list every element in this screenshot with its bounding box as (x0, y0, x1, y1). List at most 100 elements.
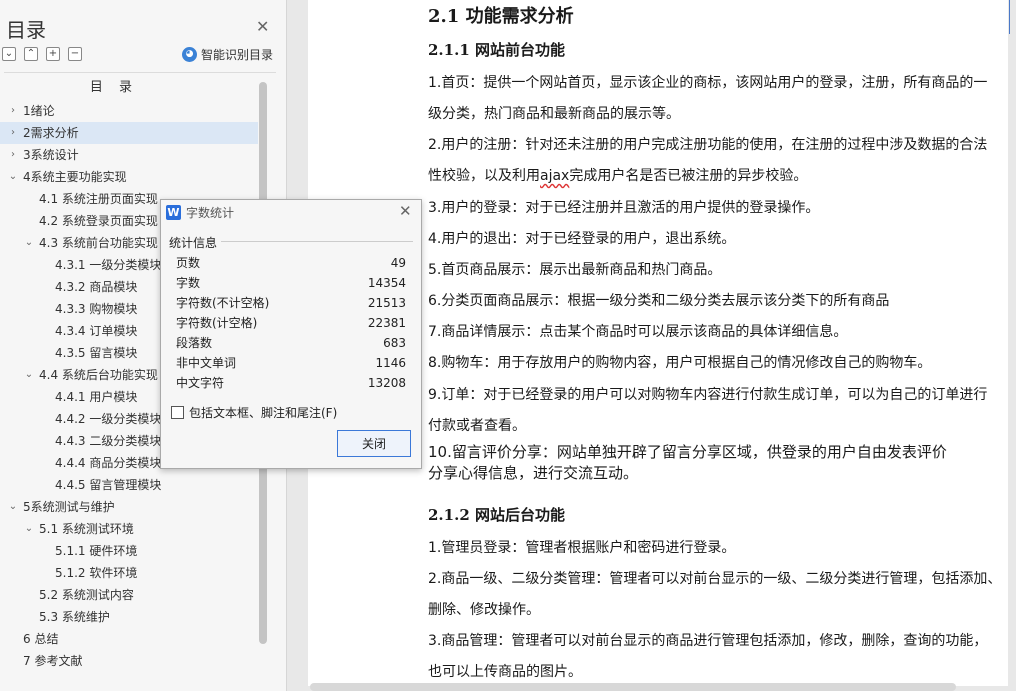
stat-value: 22381 (367, 316, 406, 330)
close-icon[interactable]: ✕ (399, 202, 412, 220)
toc-item-label: 1绪论 (23, 104, 55, 118)
collapse-all-icon[interactable]: − (68, 47, 82, 61)
toc-item-label: 5.1.2 软件环境 (55, 566, 138, 580)
close-button[interactable]: 关闭 (337, 430, 411, 457)
chevron-right-icon[interactable]: › (8, 100, 18, 122)
chevron-down-icon[interactable]: ⌄ (2, 47, 16, 61)
chevron-down-icon[interactable]: ⌄ (24, 364, 34, 386)
paragraph: 付款或者查看。 (428, 418, 526, 434)
horizontal-scrollbar[interactable] (310, 683, 956, 691)
stat-label: 字符数(计空格) (176, 316, 258, 330)
toc-item[interactable]: › 2需求分析 (0, 122, 258, 144)
toc-item-label: 4.2 系统登录页面实现 (39, 214, 158, 228)
toc-item[interactable]: › 3系统设计 (0, 144, 258, 166)
paragraph: 级分类，热门商品和最新商品的展示等。 (428, 106, 680, 122)
dialog-title: 字数统计 (186, 206, 235, 220)
toc-item[interactable]: 6 总结 (0, 628, 258, 650)
toc-item-label: 4.4.1 用户模块 (55, 390, 138, 404)
stat-row: 中文字符 13208 (176, 373, 406, 393)
paragraph: 1.首页：提供一个网站首页，显示该企业的商标，该网站用户的登录，注册，所有商品的… (428, 75, 988, 91)
toc-item[interactable]: 5.1.1 硬件环境 (0, 540, 258, 562)
include-textboxes-checkbox[interactable]: 包括文本框、脚注和尾注(F) (171, 404, 337, 421)
stat-value: 683 (383, 336, 406, 350)
toc-item[interactable]: 5.2 系统测试内容 (0, 584, 258, 606)
paragraph: 1.管理员登录：管理者根据账户和密码进行登录。 (428, 540, 736, 556)
toc-item-label: 4.3.2 商品模块 (55, 280, 138, 294)
paragraph-text: 完成用户名是否已被注册的异步校验。 (569, 168, 808, 184)
toc-toolbar: ⌄ ⌃ + − (2, 47, 82, 61)
divider (221, 241, 413, 242)
toc-item-label: 5.2 系统测试内容 (39, 588, 134, 602)
expand-all-icon[interactable]: + (46, 47, 60, 61)
paragraph: 3.用户的登录：对于已经注册并且激活的用户提供的登录操作。 (428, 200, 820, 216)
stat-label: 页数 (176, 256, 201, 270)
word-count-dialog: W 字数统计 ✕ 统计信息 页数 49 字数 14354 字符数(不计空格) 21513 字… (160, 199, 422, 469)
toc-item-label: 4.4.2 一级分类模块 (55, 412, 162, 426)
checkbox-label: 包括文本框、脚注和尾注(F) (189, 406, 338, 420)
toc-item-label: 7 参考文献 (23, 654, 83, 668)
toc-item-label: 5.1 系统测试环境 (39, 522, 134, 536)
toc-item[interactable]: ⌄ 5.1 系统测试环境 (0, 518, 258, 540)
chevron-down-icon[interactable]: ⌄ (24, 518, 34, 540)
checkbox-box[interactable] (171, 406, 184, 419)
toc-item-label: 5系统测试与维护 (23, 500, 115, 514)
paragraph: 7.商品详情展示：点击某个商品时可以展示该商品的具体详细信息。 (428, 324, 848, 340)
toc-item-label: 4.4.5 留言管理模块 (55, 478, 162, 492)
paragraph: 性校验，以及利用ajax完成用户名是否已被注册的异步校验。 (428, 165, 807, 185)
paragraph: 9.订单：对于已经登录的用户可以对购物车内容进行付款生成订单，可以为自己的订单进… (428, 387, 988, 403)
toc-item-label: 4系统主要功能实现 (23, 170, 127, 184)
stat-row: 字符数(计空格) 22381 (176, 313, 406, 333)
toc-heading: 目 录 (89, 80, 139, 95)
chevron-up-icon[interactable]: ⌃ (24, 47, 38, 61)
toc-item[interactable]: 5.1.2 软件环境 (0, 562, 258, 584)
chevron-down-icon[interactable]: ⌄ (24, 232, 34, 254)
chevron-right-icon[interactable]: › (8, 122, 18, 144)
toc-item-label: 4.4.4 商品分类模块 (55, 456, 162, 470)
stats-group-label: 统计信息 (169, 236, 218, 250)
stat-label: 段落数 (176, 336, 213, 350)
toc-item[interactable]: ⌄ 5系统测试与维护 (0, 496, 258, 518)
toc-item-label: 4.4 系统后台功能实现 (39, 368, 158, 382)
chevron-right-icon[interactable]: › (8, 144, 18, 166)
divider (4, 72, 276, 73)
stat-value: 14354 (367, 276, 406, 290)
smart-toc-icon: ◕ (182, 47, 197, 62)
chevron-down-icon[interactable]: ⌄ (8, 496, 18, 518)
chevron-down-icon[interactable]: ⌄ (8, 166, 18, 188)
paragraph: 4.用户的退出：对于已经登录的用户，退出系统。 (428, 231, 736, 247)
paragraph: 也可以上传商品的图片。 (428, 664, 582, 680)
stat-row: 段落数 683 (176, 333, 406, 353)
spellcheck-word[interactable]: ajax (540, 168, 569, 184)
toc-item-label: 5.1.1 硬件环境 (55, 544, 138, 558)
stat-label: 字符数(不计空格) (176, 296, 270, 310)
smart-toc-label: 智能识别目录 (201, 48, 274, 62)
stat-label: 字数 (176, 276, 201, 290)
stat-row: 非中文单词 1146 (176, 353, 406, 373)
stat-value: 13208 (367, 376, 406, 390)
toc-item-label: 4.3.1 一级分类模块 (55, 258, 162, 272)
subsection-heading-backend: 2.1.2 网站后台功能 (428, 506, 565, 524)
toc-panel-title: 目录 (6, 18, 46, 42)
stat-row: 页数 49 (176, 253, 406, 273)
toc-item[interactable]: 5.3 系统维护 (0, 606, 258, 628)
stat-value: 1146 (375, 356, 406, 370)
toc-item[interactable]: › 1绪论 (0, 100, 258, 122)
toc-item-label: 4.1 系统注册页面实现 (39, 192, 158, 206)
toc-item-label: 3系统设计 (23, 148, 79, 162)
stat-row: 字符数(不计空格) 21513 (176, 293, 406, 313)
paragraph: 删除、修改操作。 (428, 602, 540, 618)
wps-writer-icon: W (166, 205, 181, 220)
paragraph-text: 性校验，以及利用 (428, 168, 540, 184)
toc-item[interactable]: 4.4.5 留言管理模块 (0, 474, 258, 496)
paragraph: 5.首页商品展示：展示出最新商品和热门商品。 (428, 262, 722, 278)
paragraph: 10.留言评价分享：网站单独开辟了留言分享区域，供登录的用户自由发表评价 (428, 443, 947, 461)
toc-item[interactable]: 7 参考文献 (0, 650, 258, 672)
smart-toc-button[interactable]: ◕ 智能识别目录 (182, 46, 273, 63)
paragraph: 3.商品管理：管理者可以对前台显示的商品进行管理包括添加，修改，删除，查询的功能… (428, 633, 988, 649)
close-icon[interactable]: ✕ (256, 17, 269, 36)
paragraph: 2.商品一级、二级分类管理：管理者可以对前台显示的一级、二级分类进行管理，包括添… (428, 571, 1002, 587)
toc-item-label: 4.3.4 订单模块 (55, 324, 138, 338)
toc-item[interactable]: ⌄ 4系统主要功能实现 (0, 166, 258, 188)
stat-value: 49 (390, 256, 406, 270)
toc-item-label: 5.3 系统维护 (39, 610, 110, 624)
